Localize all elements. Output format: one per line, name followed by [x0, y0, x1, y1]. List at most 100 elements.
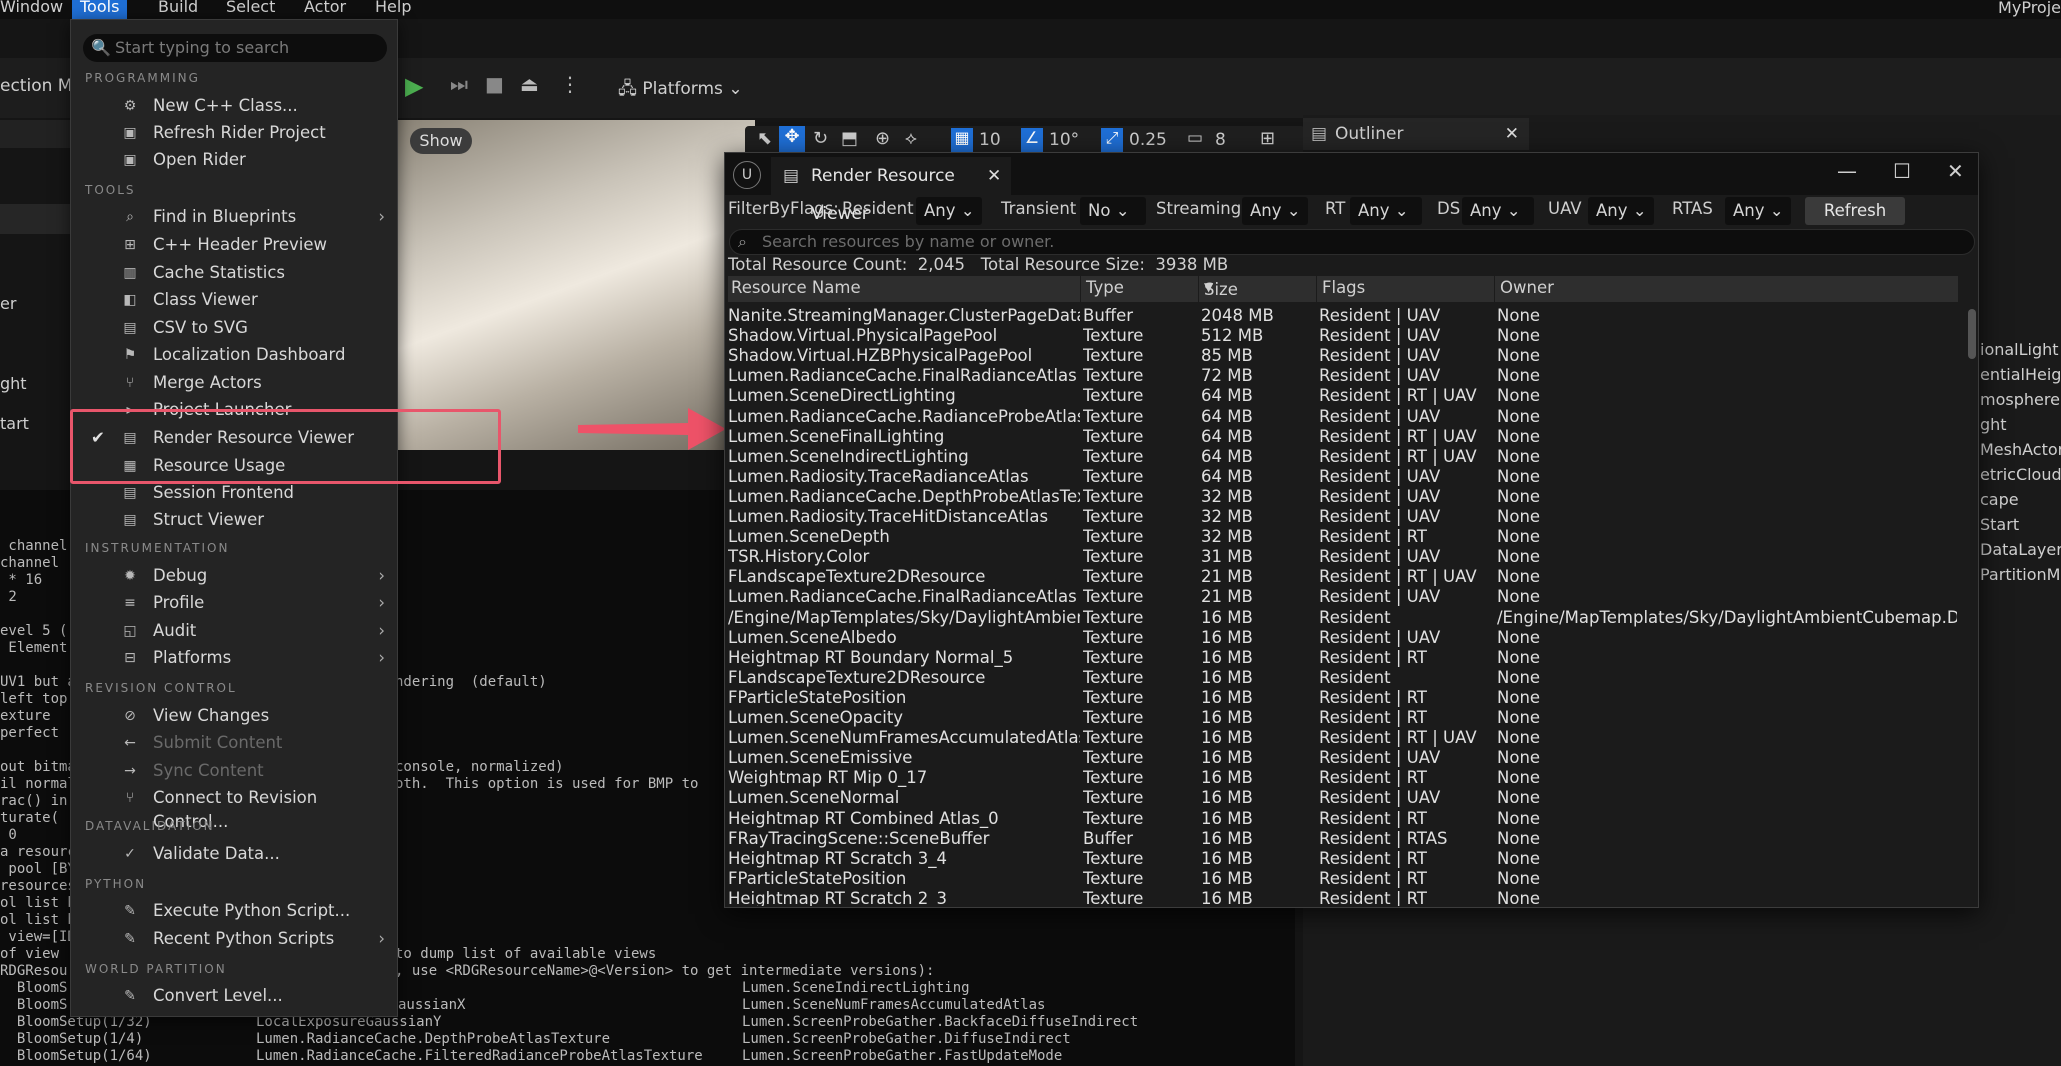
left-strip-item[interactable]: er [0, 294, 16, 313]
menu-item-open-rider[interactable]: ▣ Open Rider [71, 148, 397, 172]
menu-item-refresh-rider[interactable]: ▣ Refresh Rider Project [71, 121, 397, 145]
camera-speed-value[interactable]: 8 [1215, 130, 1226, 150]
table-row[interactable]: FRayTracingScene::SceneBuffer Buffer 16 MB… [728, 829, 1958, 849]
outliner-item[interactable]: PartitionM [1980, 565, 2060, 584]
menu-item-execute-python[interactable]: ✎ Execute Python Script... [71, 899, 397, 923]
menu-search-input[interactable]: 🔍 Start typing to search [83, 34, 387, 62]
filter-rt-dropdown[interactable]: Any ⌄ [1350, 197, 1422, 225]
table-row[interactable]: Nanite.StreamingManager.ClusterPageData B… [728, 306, 1958, 326]
menu-item-cpp-header[interactable]: ⊞ C++ Header Preview [71, 233, 397, 257]
left-strip-item[interactable]: tart [0, 414, 29, 433]
menu-item-new-cpp[interactable]: ⚙ New C++ Class... [71, 94, 397, 118]
column-type[interactable]: Type [1086, 278, 1124, 297]
select-icon[interactable]: ⬉ [757, 128, 772, 149]
table-row[interactable]: Lumen.SceneAlbedo Texture 16 MB Resident | … [728, 628, 1958, 648]
menu-select[interactable]: Select [218, 0, 283, 19]
table-row[interactable]: Lumen.Radiosity.TraceRadianceAtlas Textur… [728, 467, 1958, 487]
filter-rtas-dropdown[interactable]: Any ⌄ [1725, 197, 1791, 225]
menu-window[interactable]: Window [0, 0, 71, 19]
table-row[interactable]: Lumen.RadianceCache.RadianceProbeAtlasTe… [728, 407, 1958, 427]
eject-icon[interactable]: ⏏ [520, 72, 544, 102]
minimize-icon[interactable]: — [1837, 159, 1857, 183]
outliner-item[interactable]: entialHeig [1980, 365, 2061, 384]
table-row[interactable]: Lumen.SceneNumFramesAccumulatedAtlas Text… [728, 728, 1958, 748]
table-row[interactable]: FParticleStatePosition Texture 16 MB Reside… [728, 869, 1958, 889]
close-icon[interactable]: ✕ [1947, 159, 1964, 183]
table-row[interactable]: Heightmap RT Combined Atlas_0 Texture 16 M… [728, 809, 1958, 829]
table-row[interactable]: Lumen.RadianceCache.FinalRadianceAtlas Te… [728, 366, 1958, 386]
column-separator[interactable] [1494, 276, 1495, 302]
angle-snap-icon[interactable]: ∠ [1021, 128, 1043, 152]
column-separator[interactable] [1316, 276, 1317, 302]
menu-build[interactable]: Build [150, 0, 206, 19]
menu-item-merge-actors[interactable]: ⑂ Merge Actors [71, 371, 397, 395]
column-resource-name[interactable]: Resource Name [731, 278, 861, 297]
menu-tools[interactable]: Tools [72, 0, 128, 19]
menu-item-csv-svg[interactable]: ▤ CSV to SVG [71, 316, 397, 340]
close-tab-icon[interactable]: ✕ [987, 157, 1001, 195]
menu-item-profile[interactable]: ≡ Profile › [71, 591, 397, 615]
table-row[interactable]: TSR.History.Color Texture 31 MB Resident | … [728, 547, 1958, 567]
scale-icon[interactable]: ⬒ [841, 128, 858, 149]
scale-value[interactable]: 0.25 [1129, 130, 1167, 150]
filter-ds-dropdown[interactable]: Any ⌄ [1462, 197, 1534, 225]
play-icon[interactable]: ▶ [405, 72, 435, 102]
menu-item-find-in-blueprints[interactable]: ⌕ Find in Blueprints › [71, 205, 397, 229]
table-row[interactable]: Lumen.RadianceCache.DepthProbeAtlasTextu… [728, 487, 1958, 507]
filter-resident-dropdown[interactable]: Any ⌄ [916, 197, 982, 225]
platforms-dropdown[interactable]: 🖧 Platforms ⌄ [618, 76, 743, 105]
menu-item-struct-viewer[interactable]: ▤ Struct Viewer [71, 508, 397, 532]
table-row[interactable]: FLandscapeTexture2DResource Texture 21 MB R… [728, 567, 1958, 587]
grid-snap-icon[interactable]: ▦ [951, 128, 973, 152]
filter-transient-dropdown[interactable]: No ⌄ [1080, 197, 1146, 225]
layout-icon[interactable]: ⊞ [1260, 128, 1275, 149]
step-icon[interactable]: ⏭ [450, 72, 474, 102]
table-row[interactable]: Lumen.SceneOpacity Texture 16 MB Resident |… [728, 708, 1958, 728]
table-row[interactable]: Lumen.RadianceCache.FinalRadianceAtlas Te… [728, 587, 1958, 607]
table-row[interactable]: Lumen.SceneEmissive Texture 16 MB Resident … [728, 748, 1958, 768]
table-row[interactable]: FLandscapeTexture2DResource Texture 16 MB R… [728, 668, 1958, 688]
table-row[interactable]: Lumen.SceneNormal Texture 16 MB Resident | … [728, 788, 1958, 808]
menu-help[interactable]: Help [367, 0, 419, 19]
outliner-tab[interactable]: ▤ Outliner ✕ [1303, 118, 1529, 150]
outliner-item[interactable]: Start [1980, 515, 2019, 534]
table-row[interactable]: Shadow.Virtual.PhysicalPagePool Texture 51… [728, 326, 1958, 346]
menu-item-connect-rc[interactable]: ⑂ Connect to Revision Control... [71, 786, 397, 831]
table-row[interactable]: Weightmap RT Mip 0_17 Texture 16 MB Residen… [728, 768, 1958, 788]
table-row[interactable]: Heightmap RT Boundary Normal_5 Texture 16 … [728, 648, 1958, 668]
outliner-item[interactable]: mosphere [1980, 390, 2060, 409]
rotate-icon[interactable]: ↻ [813, 128, 828, 149]
table-row[interactable]: Lumen.SceneDepth Texture 32 MB Resident | R… [728, 527, 1958, 547]
menu-item-recent-python[interactable]: ✎ Recent Python Scripts › [71, 927, 397, 951]
column-separator[interactable] [1198, 276, 1199, 302]
menu-item-cache-stats[interactable]: ▥ Cache Statistics [71, 261, 397, 285]
table-row[interactable]: /Engine/MapTemplates/Sky/DaylightAmbient… [728, 608, 1958, 628]
outliner-item[interactable]: etricCloud [1980, 465, 2061, 484]
close-icon[interactable]: ✕ [1505, 118, 1519, 150]
left-strip-item[interactable]: ght [0, 374, 27, 393]
table-row[interactable]: Heightmap RT Scratch 3_4 Texture 16 MB Resi… [728, 849, 1958, 869]
outliner-item[interactable]: cape [1980, 490, 2019, 509]
menu-item-submit-content[interactable]: ← Submit Content [71, 731, 397, 755]
menu-item-platforms[interactable]: ⊟ Platforms › [71, 646, 397, 670]
outliner-item[interactable]: DataLayers [1980, 540, 2061, 559]
scale-snap-icon[interactable]: ⤢ [1101, 128, 1123, 152]
menu-item-debug[interactable]: ✹ Debug › [71, 564, 397, 588]
table-row[interactable]: Lumen.SceneIndirectLighting Texture 64 MB R… [728, 447, 1958, 467]
surface-snap-icon[interactable]: ⟡ [905, 128, 917, 149]
column-flags[interactable]: Flags [1322, 278, 1365, 297]
filter-streaming-dropdown[interactable]: Any ⌄ [1242, 197, 1308, 225]
resource-search-input[interactable]: ⌕ Search resources by name or owner. [729, 229, 1975, 255]
angle-value[interactable]: 10° [1049, 130, 1079, 150]
grid-value[interactable]: 10 [979, 130, 1001, 150]
table-row[interactable]: Shadow.Virtual.HZBPhysicalPagePool Textur… [728, 346, 1958, 366]
move-icon[interactable]: ✥ [779, 126, 805, 154]
menu-item-sync-content[interactable]: → Sync Content [71, 759, 397, 783]
stop-icon[interactable]: ■ [485, 72, 509, 102]
camera-speed-icon[interactable]: ▭ [1187, 128, 1203, 148]
rrv-tab[interactable]: ▤ Render Resource Viewer ✕ [771, 157, 1011, 224]
vertical-scrollbar[interactable] [1968, 309, 1976, 359]
column-separator[interactable] [1080, 276, 1081, 302]
table-row[interactable]: Lumen.Radiosity.TraceHitDistanceAtlas Tex… [728, 507, 1958, 527]
outliner-item[interactable]: ght [1980, 415, 2007, 434]
